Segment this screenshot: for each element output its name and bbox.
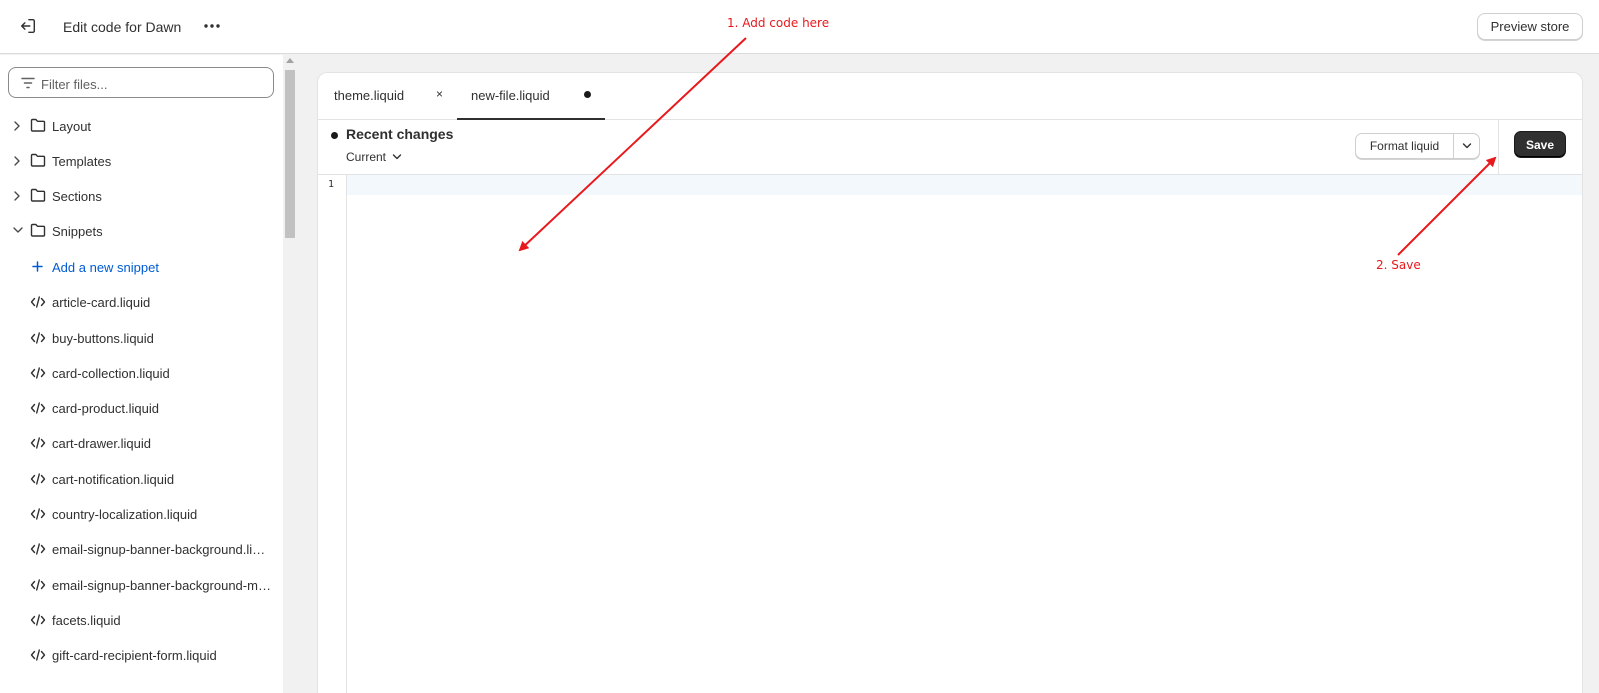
folder-sections[interactable]: Sections	[0, 179, 283, 213]
line-number: 1	[327, 179, 335, 190]
more-horizontal-icon	[204, 24, 220, 28]
code-icon	[30, 402, 46, 414]
format-liquid-group: Format liquid	[1355, 133, 1480, 159]
file-label: gift-card-recipient-form.liquid	[52, 648, 217, 663]
file-label: email-signup-banner-background.liquid	[52, 542, 272, 557]
editor-toolbar: Recent changes Current Format liquid Sav…	[318, 120, 1582, 175]
file-item[interactable]: cart-notification.liquid	[0, 462, 283, 496]
file-item[interactable]: card-collection.liquid	[0, 356, 283, 390]
code-editor-panel: theme.liquid × new-file.liquid Recent ch…	[317, 72, 1583, 693]
file-item[interactable]: email-signup-banner-background-mobile.li…	[0, 568, 283, 602]
plus-icon	[32, 261, 43, 272]
file-item[interactable]: email-signup-banner-background.liquid	[0, 532, 283, 566]
annotation-step-2: 2. Save	[1376, 258, 1421, 272]
line-number-gutter	[318, 175, 347, 693]
file-label: facets.liquid	[52, 613, 121, 628]
more-actions-button[interactable]	[200, 14, 224, 38]
file-item[interactable]: cart-drawer.liquid	[0, 426, 283, 460]
tab-label: theme.liquid	[334, 88, 405, 103]
file-sidebar: Layout Templates Sections Snippets Add a…	[0, 55, 283, 693]
folder-label: Sections	[52, 189, 102, 204]
chevron-down-icon	[392, 154, 402, 160]
exit-button[interactable]	[16, 14, 40, 38]
folder-label: Layout	[52, 119, 92, 134]
preview-store-button[interactable]: Preview store	[1477, 13, 1583, 40]
unsaved-dot-icon	[584, 91, 591, 98]
code-icon	[30, 437, 46, 449]
add-snippet-link[interactable]: Add a new snippet	[0, 250, 283, 284]
folder-icon	[30, 118, 46, 132]
divider	[1498, 120, 1499, 174]
file-label: card-product.liquid	[52, 401, 159, 416]
recent-changes-title: Recent changes	[346, 126, 454, 142]
filter-icon	[21, 77, 35, 89]
code-icon	[30, 332, 46, 344]
chevron-down-icon	[13, 227, 23, 233]
file-label: buy-buttons.liquid	[52, 331, 154, 346]
scroll-up-arrow-icon[interactable]	[286, 58, 294, 63]
folder-layout[interactable]: Layout	[0, 109, 283, 143]
code-icon	[30, 543, 46, 555]
folder-templates[interactable]: Templates	[0, 144, 283, 178]
tab-label: new-file.liquid	[471, 88, 550, 103]
code-icon	[30, 473, 46, 485]
folder-icon	[30, 223, 46, 237]
code-icon	[30, 367, 46, 379]
chevron-right-icon	[14, 156, 20, 166]
tab-theme-liquid[interactable]: theme.liquid ×	[318, 73, 457, 119]
file-item[interactable]: facets.liquid	[0, 603, 283, 637]
file-item[interactable]: country-localization.liquid	[0, 497, 283, 531]
file-label: cart-notification.liquid	[52, 472, 175, 487]
chevron-right-icon	[14, 121, 20, 131]
code-icon	[30, 649, 46, 661]
file-item[interactable]: article-card.liquid	[0, 285, 283, 319]
format-liquid-button[interactable]: Format liquid	[1356, 134, 1453, 158]
code-input-area[interactable]	[347, 175, 1582, 195]
editor-tab-bar: theme.liquid × new-file.liquid	[318, 73, 1582, 120]
file-item[interactable]: buy-buttons.liquid	[0, 321, 283, 355]
file-label: email-signup-banner-background-mobile.li…	[52, 578, 272, 593]
exit-icon	[20, 18, 36, 34]
version-select[interactable]: Current	[346, 150, 402, 164]
code-icon	[30, 579, 46, 591]
folder-icon	[30, 188, 46, 202]
close-tab-icon[interactable]: ×	[436, 87, 443, 101]
code-icon	[30, 296, 46, 308]
file-label: card-collection.liquid	[52, 366, 170, 381]
sidebar-scrollbar-thumb[interactable]	[285, 70, 295, 238]
file-item[interactable]: gift-card-recipient-form.liquid	[0, 638, 283, 672]
format-options-button[interactable]	[1454, 134, 1479, 158]
version-label: Current	[346, 150, 387, 164]
code-icon	[30, 508, 46, 520]
file-item[interactable]: card-product.liquid	[0, 391, 283, 425]
unsaved-dot-icon	[331, 132, 338, 139]
page-title: Edit code for Dawn	[63, 19, 182, 35]
file-label: cart-drawer.liquid	[52, 436, 151, 451]
code-icon	[30, 614, 46, 626]
folder-label: Snippets	[52, 224, 103, 239]
chevron-down-icon	[1462, 143, 1471, 149]
save-button[interactable]: Save	[1514, 131, 1566, 158]
folder-snippets[interactable]: Snippets	[0, 214, 283, 248]
filter-files-input[interactable]	[39, 74, 268, 94]
file-label: country-localization.liquid	[52, 507, 198, 522]
annotation-step-1: 1. Add code here	[727, 16, 830, 30]
chevron-right-icon	[14, 191, 20, 201]
add-snippet-label: Add a new snippet	[52, 260, 159, 275]
folder-label: Templates	[52, 154, 112, 169]
filter-files-field[interactable]	[8, 67, 274, 98]
tab-new-file-liquid[interactable]: new-file.liquid	[457, 73, 605, 120]
file-label: article-card.liquid	[52, 295, 151, 310]
folder-icon	[30, 153, 46, 167]
